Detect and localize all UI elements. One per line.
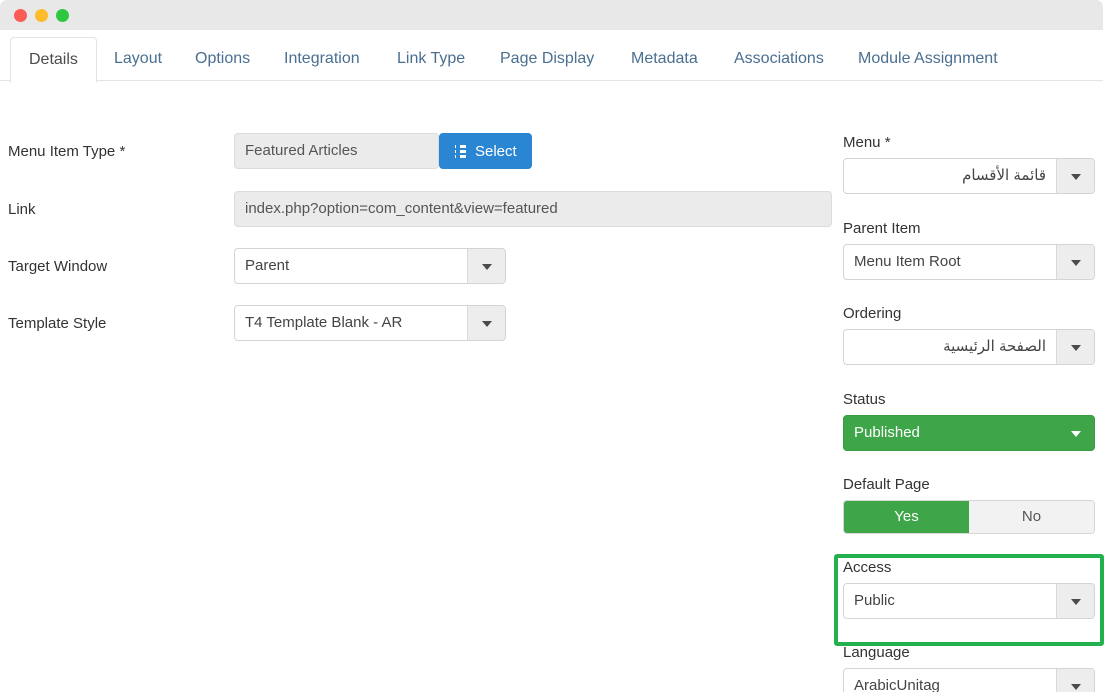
template-style-control: T4 Template Blank - AR (234, 305, 506, 341)
link-label: Link (8, 201, 36, 218)
chevron-down-icon (481, 264, 492, 270)
chevron-down-icon (1070, 260, 1081, 266)
template-style-label: Template Style (8, 315, 107, 332)
ordering-caret-button[interactable] (1056, 330, 1094, 364)
default-page-toggle[interactable]: Yes No (843, 500, 1095, 534)
chevron-down-icon (1071, 431, 1081, 437)
page-content: Details Layout Options Integration Link … (0, 30, 1103, 692)
chevron-down-icon (1070, 684, 1081, 690)
maximize-window-button[interactable] (56, 9, 69, 22)
language-value: ArabicUnitag (854, 677, 940, 692)
field-status: Status Published (843, 390, 1095, 451)
menu-item-type-value: Featured Articles (234, 133, 439, 169)
browser-window: Details Layout Options Integration Link … (0, 0, 1108, 692)
language-label: Language (843, 644, 910, 661)
chevron-down-icon (1070, 599, 1081, 605)
template-style-caret-button[interactable] (467, 306, 505, 340)
link-control: index.php?option=com_content&view=featur… (234, 191, 832, 227)
chevron-down-icon (481, 321, 492, 327)
tab-link-type[interactable]: Link Type (379, 37, 483, 82)
ordering-label: Ordering (843, 305, 902, 322)
chevron-down-icon (1070, 174, 1081, 180)
parent-item-caret-button[interactable] (1056, 245, 1094, 279)
ordering-value: الصفحة الرئيسية (943, 338, 1046, 355)
details-form: Menu Item Type * Featured Articles Selec… (0, 81, 1103, 692)
tab-metadata[interactable]: Metadata (613, 37, 716, 82)
parent-item-value: Menu Item Root (854, 253, 961, 270)
field-default-page: Default Page Yes No (843, 475, 1095, 534)
tab-associations[interactable]: Associations (716, 37, 842, 82)
tab-details[interactable]: Details (10, 37, 97, 83)
tab-bar: Details Layout Options Integration Link … (0, 30, 1103, 83)
field-parent-item: Parent Item Menu Item Root (843, 219, 1095, 280)
template-style-value: T4 Template Blank - AR (245, 314, 403, 331)
target-window-select[interactable]: Parent (234, 248, 506, 284)
access-select[interactable]: Public (843, 583, 1095, 619)
field-ordering: Ordering الصفحة الرئيسية (843, 304, 1095, 365)
tab-module-assignment[interactable]: Module Assignment (840, 37, 1016, 82)
menu-label: Menu * (843, 134, 891, 151)
menu-item-type-control: Featured Articles Select (234, 133, 554, 169)
parent-item-label: Parent Item (843, 220, 921, 237)
template-style-select[interactable]: T4 Template Blank - AR (234, 305, 506, 341)
target-window-value: Parent (245, 257, 290, 274)
access-label: Access (843, 559, 892, 576)
target-window-label: Target Window (8, 258, 108, 275)
menu-item-type-label: Menu Item Type * (8, 143, 126, 160)
status-label: Status (843, 391, 886, 408)
default-page-no-option[interactable]: No (969, 501, 1094, 533)
field-access: Access Public (843, 558, 1095, 619)
default-page-yes-option[interactable]: Yes (844, 501, 969, 533)
field-menu: Menu * قائمة الأقسام (843, 133, 1095, 194)
parent-item-select[interactable]: Menu Item Root (843, 244, 1095, 280)
status-select[interactable]: Published (843, 415, 1095, 451)
language-caret-button[interactable] (1056, 669, 1094, 692)
chevron-down-icon (1070, 345, 1081, 351)
target-window-caret-button[interactable] (467, 249, 505, 283)
tab-page-display[interactable]: Page Display (482, 37, 612, 82)
menu-select[interactable]: قائمة الأقسام (843, 158, 1095, 194)
access-value: Public (854, 592, 895, 609)
field-language: Language ArabicUnitag (843, 643, 1095, 692)
tab-options[interactable]: Options (177, 37, 268, 82)
tab-layout[interactable]: Layout (96, 37, 180, 82)
tab-integration[interactable]: Integration (266, 37, 378, 82)
minimize-window-button[interactable] (35, 9, 48, 22)
menu-caret-button[interactable] (1056, 159, 1094, 193)
close-window-button[interactable] (14, 9, 27, 22)
list-icon (451, 144, 466, 158)
ordering-select[interactable]: الصفحة الرئيسية (843, 329, 1095, 365)
menu-value: قائمة الأقسام (962, 167, 1046, 184)
select-button-label: Select (475, 142, 517, 160)
language-select[interactable]: ArabicUnitag (843, 668, 1095, 692)
select-menu-item-type-button[interactable]: Select (439, 133, 532, 169)
target-window-control: Parent (234, 248, 506, 284)
access-caret-button[interactable] (1056, 584, 1094, 618)
traffic-lights (14, 9, 69, 22)
link-value: index.php?option=com_content&view=featur… (234, 191, 832, 227)
default-page-label: Default Page (843, 476, 930, 493)
window-titlebar (0, 0, 1103, 30)
status-value: Published (854, 424, 920, 441)
